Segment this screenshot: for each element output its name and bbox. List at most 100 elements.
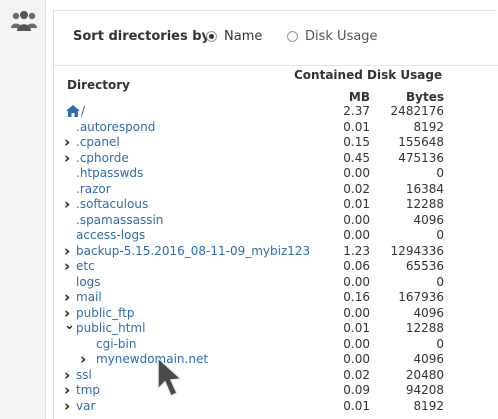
size-bytes-value: 0 — [436, 336, 444, 351]
directory-link[interactable]: .autorespond — [76, 120, 155, 136]
directory-link[interactable]: .htpasswds — [76, 166, 143, 182]
directory-link[interactable]: public_html — [76, 321, 145, 337]
chevron-right-icon[interactable]: › — [64, 197, 74, 212]
sort-by-disk-usage-label: Disk Usage — [305, 29, 378, 44]
chevron-right-icon[interactable]: › — [64, 398, 74, 413]
directory-link[interactable]: etc — [76, 259, 95, 275]
table-row: / 2.37 2482176 — [54, 104, 498, 120]
sort-label: Sort directories by: — [73, 29, 216, 44]
sort-by-name-radio[interactable]: Name — [206, 29, 262, 44]
chevron-right-icon[interactable]: › — [64, 135, 74, 150]
chevron-down-icon[interactable]: ⌄ — [64, 319, 75, 332]
size-mb-value: 0.00 — [343, 336, 370, 351]
chevron-right-icon[interactable]: › — [80, 352, 90, 367]
size-bytes-value: 167936 — [398, 290, 444, 304]
chevron-right-icon[interactable]: › — [64, 290, 74, 305]
size-bytes-value: 65536 — [405, 259, 444, 273]
table-row: › .cpanel 0.15 155648 — [54, 135, 498, 151]
table-row: › .cphorde 0.45 475136 — [54, 150, 498, 167]
table-row: › tmp 0.09 94208 — [54, 383, 498, 399]
directory-link[interactable]: var — [76, 399, 95, 415]
chevron-right-icon[interactable]: › — [64, 150, 74, 165]
size-mb-value: 0.02 — [343, 181, 370, 196]
left-rail — [0, 0, 46, 419]
size-mb-value: 0.06 — [343, 259, 370, 273]
radio-unselected-indicator[interactable] — [287, 31, 298, 42]
disk-usage-panel: Sort directories by: Name Disk Usage Dir… — [53, 10, 498, 419]
bytes-column-header: Bytes — [406, 90, 444, 104]
sort-by-disk-usage-radio[interactable]: Disk Usage — [287, 29, 378, 44]
chevron-right-icon[interactable]: › — [64, 367, 74, 382]
size-bytes-value: 16384 — [405, 181, 444, 196]
size-bytes-value: 2482176 — [390, 104, 444, 118]
directory-link[interactable]: logs — [76, 275, 101, 291]
directory-link[interactable]: mail — [76, 290, 102, 306]
size-mb-value: 0.01 — [343, 197, 370, 211]
directory-link[interactable]: public_ftp — [76, 306, 134, 322]
table-row: › etc 0.06 65536 — [54, 259, 498, 275]
size-bytes-value: 4096 — [413, 352, 444, 366]
size-bytes-value: 0 — [436, 166, 444, 180]
chevron-right-icon[interactable]: › — [64, 243, 74, 258]
size-mb-value: 0.15 — [343, 135, 370, 149]
directory-link[interactable]: .cpanel — [76, 135, 120, 151]
size-bytes-value: 8192 — [413, 119, 444, 134]
directory-link[interactable]: .razor — [76, 182, 111, 198]
size-mb-value: 0.16 — [343, 290, 370, 304]
table-row: › backup-5.15.2016_08-11-09_mybiz123 1.23 1… — [54, 243, 498, 260]
size-bytes-value: 475136 — [398, 150, 444, 165]
table-row: logs 0.00 0 — [54, 275, 498, 291]
directory-link[interactable]: backup-5.15.2016_08-11-09_mybiz123 — [76, 244, 310, 260]
table-row: › mail 0.16 167936 — [54, 290, 498, 306]
radio-selected-indicator[interactable] — [206, 31, 217, 42]
size-bytes-value: 1294336 — [390, 243, 444, 258]
size-bytes-value: 155648 — [398, 135, 444, 149]
table-row: access-logs 0.00 0 — [54, 228, 498, 244]
size-bytes-value: 8192 — [413, 398, 444, 413]
size-bytes-value: 20480 — [405, 367, 444, 382]
directory-link[interactable]: / — [81, 104, 85, 120]
directory-link[interactable]: .cphorde — [76, 151, 129, 167]
size-mb-value: 0.45 — [343, 150, 370, 165]
size-mb-value: 0.02 — [343, 367, 370, 382]
size-mb-value: 1.23 — [343, 243, 370, 258]
size-mb-value: 0.01 — [343, 321, 370, 335]
directory-column-header: Directory — [67, 78, 130, 92]
table-row: .htpasswds 0.00 0 — [54, 166, 498, 182]
size-mb-value: 0.00 — [343, 212, 370, 227]
directory-link[interactable]: access-logs — [76, 228, 145, 244]
table-row: .spamassassin 0.00 4096 — [54, 213, 498, 229]
size-mb-value: 0.00 — [343, 305, 370, 320]
directory-list: /2.37 2482176 .autorespond 0.01 8192 › .cpanel… — [54, 104, 498, 414]
table-row: cgi-bin 0.00 0 — [54, 337, 498, 353]
table-row: ⌄ public_html 0.01 12288 — [54, 319, 498, 337]
size-mb-value: 0.00 — [343, 228, 370, 242]
chevron-right-icon[interactable]: › — [64, 383, 74, 398]
size-bytes-value: 0 — [436, 228, 444, 242]
table-row: .autorespond 0.01 8192 — [54, 120, 498, 136]
size-bytes-value: 12288 — [405, 321, 444, 335]
chevron-right-icon[interactable]: › — [64, 259, 74, 274]
size-mb-value: 0.00 — [343, 166, 370, 180]
directory-link[interactable]: cgi-bin — [96, 337, 136, 353]
size-mb-value: 0.00 — [343, 274, 370, 289]
size-mb-value: 0.09 — [343, 383, 370, 397]
directory-link[interactable]: .spamassassin — [76, 213, 163, 229]
size-mb-value: 0.00 — [343, 352, 370, 366]
table-row: › mynewdomain.net 0.00 4096 — [54, 352, 498, 368]
size-bytes-value: 0 — [436, 274, 444, 289]
size-mb-value: 0.01 — [343, 119, 370, 134]
divider — [54, 65, 498, 66]
size-mb-value: 0.01 — [343, 398, 370, 413]
directory-link[interactable]: ssl — [76, 368, 92, 384]
size-bytes-value: 12288 — [405, 197, 444, 211]
users-icon[interactable] — [10, 10, 38, 32]
sort-by-name-label: Name — [224, 29, 263, 44]
mb-column-header: MB — [348, 90, 370, 104]
size-bytes-value: 94208 — [405, 383, 444, 397]
size-bytes-value: 4096 — [413, 305, 444, 320]
table-row: › ssl 0.02 20480 — [54, 367, 498, 384]
directory-link[interactable]: .softaculous — [76, 197, 148, 213]
table-row: › public_ftp 0.00 4096 — [54, 305, 498, 322]
directory-link[interactable]: tmp — [76, 383, 100, 399]
